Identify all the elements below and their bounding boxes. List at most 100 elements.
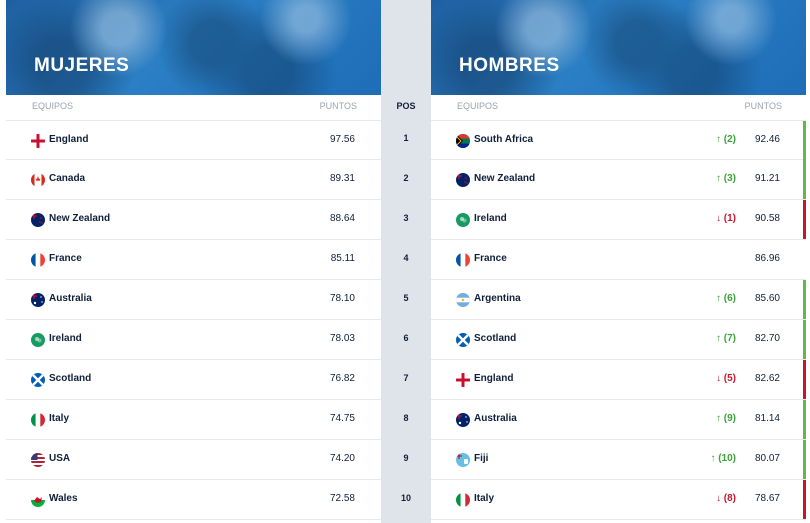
england-flag-icon: [456, 373, 470, 387]
men-rankings-panel: HOMBRES EQUIPOS PUNTOS South Africa ↑ (2)…: [431, 0, 806, 523]
ranking-row[interactable]: Canada 89.31: [6, 160, 381, 200]
ranking-row[interactable]: France 86.96: [431, 240, 806, 280]
team-points: 88.64: [329, 213, 355, 224]
team-points: 76.82: [329, 373, 355, 384]
ranking-row[interactable]: South Africa ↑ (2) 92.46: [431, 120, 806, 160]
rank-movement: ↑ (3): [716, 173, 736, 184]
team-points: 74.75: [329, 413, 355, 424]
team-points: 91.21: [754, 173, 780, 184]
ranking-row[interactable]: Ireland 78.03: [6, 320, 381, 360]
team-name: Scotland: [474, 333, 517, 344]
women-rankings-panel: MUJERES EQUIPOS PUNTOS England 97.56 Canad…: [6, 0, 381, 523]
team-name: Australia: [474, 413, 517, 424]
team-points: 85.60: [754, 293, 780, 304]
team-name: Italy: [49, 413, 70, 424]
team-points: 89.31: [329, 173, 355, 184]
team-points: 74.20: [329, 453, 355, 464]
trend-indicator-bar: [803, 280, 806, 319]
team-name: France: [474, 253, 507, 264]
team-points: 78.03: [329, 333, 355, 344]
ranking-row[interactable]: New Zealand ↑ (3) 91.21: [431, 160, 806, 200]
rank-movement: ↓ (8): [716, 493, 736, 504]
team-name: Wales: [49, 493, 78, 504]
team-points: 85.11: [330, 253, 355, 264]
team-name: Australia: [49, 293, 92, 304]
trend-indicator-bar: [803, 200, 806, 239]
men-title: HOMBRES: [459, 55, 560, 76]
team-name: Ireland: [49, 333, 82, 344]
italy-flag-icon: [456, 493, 470, 507]
ranking-row[interactable]: Italy ↓ (8) 78.67: [431, 480, 806, 520]
position-number: 2: [403, 173, 409, 183]
new-zealand-flag-icon: [31, 213, 45, 227]
position-header: POS: [396, 101, 416, 111]
ranking-row[interactable]: Australia ↑ (9) 81.14: [431, 400, 806, 440]
team-name: USA: [49, 453, 71, 464]
trend-indicator-bar: [803, 320, 806, 359]
team-points: 97.56: [329, 134, 355, 145]
ranking-row[interactable]: Wales 72.58: [6, 480, 381, 520]
france-flag-icon: [456, 253, 470, 267]
ranking-row[interactable]: Argentina ↑ (6) 85.60: [431, 280, 806, 320]
team-name: Canada: [49, 173, 86, 184]
ranking-row[interactable]: Scotland ↑ (7) 82.70: [431, 320, 806, 360]
position-number: 3: [403, 213, 409, 223]
scotland-flag-icon: [456, 333, 470, 347]
australia-flag-icon: [456, 413, 470, 427]
rank-movement: ↑ (7): [716, 333, 736, 344]
team-points: 78.67: [754, 493, 780, 504]
position-number: 1: [403, 133, 409, 143]
usa-flag-icon: [31, 453, 45, 467]
trend-indicator-bar: [803, 480, 806, 519]
team-name: New Zealand: [49, 213, 111, 224]
team-name: Italy: [474, 493, 495, 504]
trend-indicator-bar: [803, 360, 806, 399]
ireland-flag-icon: [456, 213, 470, 227]
men-rows: South Africa ↑ (2) 92.46 New Zealand ↑ (3) 91…: [431, 120, 806, 520]
england-flag-icon: [31, 134, 45, 148]
team-name: England: [49, 134, 89, 145]
team-points: 82.62: [754, 373, 780, 384]
team-points: 86.96: [754, 253, 780, 264]
australia-flag-icon: [31, 293, 45, 307]
ranking-row[interactable]: England 97.56: [6, 120, 381, 160]
team-points: 78.10: [329, 293, 355, 304]
ranking-row[interactable]: New Zealand 88.64: [6, 200, 381, 240]
ranking-row[interactable]: Scotland 76.82: [6, 360, 381, 400]
team-name: Argentina: [474, 293, 521, 304]
ranking-row[interactable]: France 85.11: [6, 240, 381, 280]
women-column-header: EQUIPOS PUNTOS: [6, 95, 381, 120]
ranking-row[interactable]: England ↓ (5) 82.62: [431, 360, 806, 400]
fiji-flag-icon: [456, 453, 470, 467]
men-banner: HOMBRES: [431, 0, 806, 95]
women-col-points: PUNTOS: [319, 101, 357, 111]
position-number: 8: [403, 413, 409, 423]
team-name: Ireland: [474, 213, 507, 224]
canada-flag-icon: [31, 173, 45, 187]
rank-movement: ↑ (9): [716, 413, 736, 424]
rank-movement: ↓ (5): [716, 373, 736, 384]
rank-movement: ↑ (2): [716, 134, 736, 145]
trend-indicator-bar: [803, 121, 806, 160]
ranking-row[interactable]: Fiji ↑ (10) 80.07: [431, 440, 806, 480]
italy-flag-icon: [31, 413, 45, 427]
team-points: 82.70: [754, 333, 780, 344]
south-africa-flag-icon: [456, 134, 470, 148]
ranking-row[interactable]: Ireland ↓ (1) 90.58: [431, 200, 806, 240]
new-zealand-flag-icon: [456, 173, 470, 187]
ranking-row[interactable]: Italy 74.75: [6, 400, 381, 440]
team-points: 81.14: [754, 413, 780, 424]
ranking-row[interactable]: Australia 78.10: [6, 280, 381, 320]
ranking-row[interactable]: USA 74.20: [6, 440, 381, 480]
position-number: 10: [400, 493, 411, 503]
position-number: 4: [403, 253, 409, 263]
men-col-points: PUNTOS: [744, 101, 782, 111]
women-banner: MUJERES: [6, 0, 381, 95]
team-name: New Zealand: [474, 173, 536, 184]
team-name: England: [474, 373, 514, 384]
team-name: France: [49, 253, 82, 264]
rank-movement: ↑ (6): [716, 293, 736, 304]
position-number: 5: [403, 293, 409, 303]
ireland-flag-icon: [31, 333, 45, 347]
men-col-team: EQUIPOS: [457, 101, 499, 111]
